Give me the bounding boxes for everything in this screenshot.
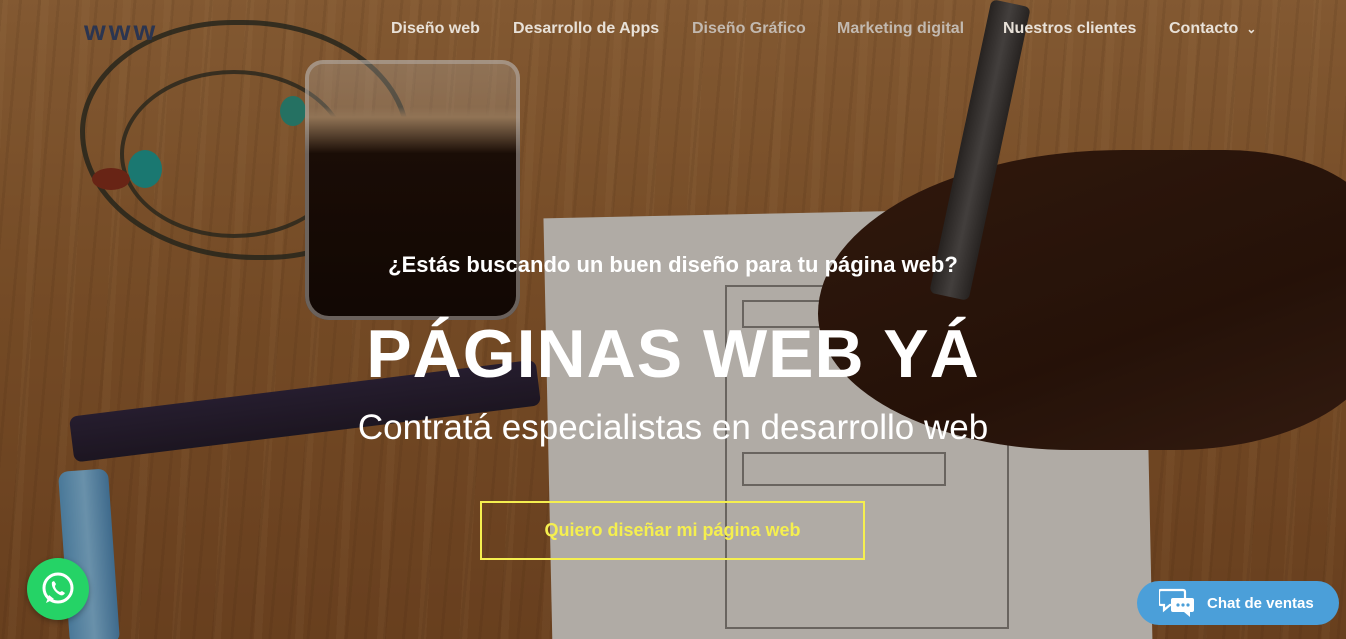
nav-item-marketing-digital[interactable]: Marketing digital <box>837 20 964 38</box>
hero-question: ¿Estás buscando un buen diseño para tu p… <box>388 252 958 277</box>
nav-item-contacto[interactable]: Contacto ⌄ <box>1169 20 1256 38</box>
nav-item-contacto-label: Contacto <box>1169 20 1239 37</box>
chat-bubbles-icon <box>1159 588 1194 617</box>
nav-item-desarrollo-apps[interactable]: Desarrollo de Apps <box>513 20 659 38</box>
chevron-down-icon: ⌄ <box>1246 22 1257 36</box>
hero-subtitle: Contratá especialistas en desarrollo web <box>357 408 989 447</box>
nav-item-diseno-web[interactable]: Diseño web <box>391 20 480 38</box>
chat-widget-label: Chat de ventas <box>1207 594 1314 612</box>
whatsapp-button[interactable] <box>27 558 89 620</box>
nav-item-diseno-grafico[interactable]: Diseño Gráfico <box>692 20 806 38</box>
whatsapp-icon <box>42 572 74 604</box>
main-nav: Diseño web Desarrollo de Apps Diseño Grá… <box>0 0 1346 60</box>
nav-item-nuestros-clientes[interactable]: Nuestros clientes <box>1003 20 1136 38</box>
hero-section: www Diseño web Desarrollo de Apps Diseño… <box>0 0 1346 639</box>
cta-button-label: Quiero diseñar mi página web <box>544 520 801 540</box>
chat-widget-button[interactable]: Chat de ventas <box>1137 581 1339 625</box>
hero-title: PÁGINAS WEB YÁ <box>366 316 980 392</box>
cta-button[interactable]: Quiero diseñar mi página web <box>480 501 865 560</box>
